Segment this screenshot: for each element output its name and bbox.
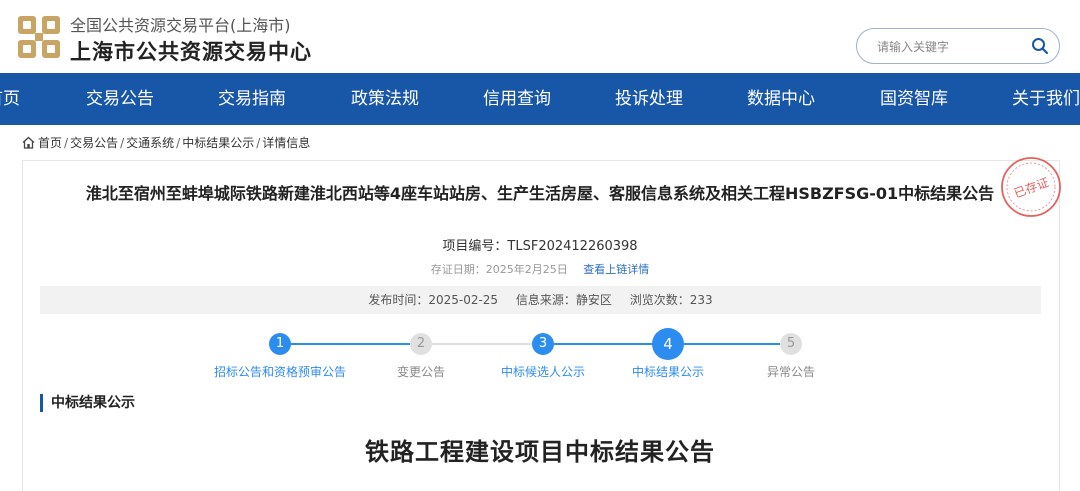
breadcrumb-separator: / [256, 135, 261, 150]
nav-item-think-tank[interactable]: 国资智库 [880, 73, 948, 125]
breadcrumb: 首页 / 交易公告 / 交通系统 / 中标结果公示 / 详情信息 [22, 134, 310, 151]
step-2-circle[interactable]: 2 [410, 333, 432, 355]
nav-item-about[interactable]: 关于我们 [1012, 73, 1080, 125]
cert-detail-link[interactable]: 查看上链详情 [583, 263, 649, 276]
section-heading: 中标结果公示 [40, 394, 135, 412]
stamp-text: 已存证 [1012, 175, 1051, 200]
step-1-circle[interactable]: 1 [269, 333, 291, 355]
search-box [856, 28, 1060, 64]
cert-date: 存证日期：2025年2月25日 [430, 263, 568, 276]
search-icon[interactable] [1031, 37, 1049, 55]
view-count: 浏览次数：233 [629, 293, 713, 307]
step-3-circle[interactable]: 3 [532, 333, 554, 355]
breadcrumb-trade-notice[interactable]: 交易公告 [70, 134, 118, 151]
logo-icon[interactable] [16, 14, 62, 60]
site-header: 全国公共资源交易平台(上海市) 上海市公共资源交易中心 [0, 0, 1080, 73]
breadcrumb-separator: / [176, 135, 181, 150]
nav-item-policy[interactable]: 政策法规 [351, 73, 419, 125]
step-connector [554, 343, 654, 345]
nav-item-trade-guide[interactable]: 交易指南 [218, 73, 286, 125]
document-title: 铁路工程建设项目中标结果公告 [365, 438, 715, 466]
publish-time: 发布时间：2025-02-25 [368, 293, 499, 307]
nav-item-credit[interactable]: 信用查询 [483, 73, 551, 125]
step-5-circle[interactable]: 5 [780, 333, 802, 355]
nav-item-complaint[interactable]: 投诉处理 [615, 73, 683, 125]
nav-item-home[interactable]: 首页 [0, 73, 20, 125]
breadcrumb-transport[interactable]: 交通系统 [126, 134, 174, 151]
cert-line: 存证日期：2025年2月25日 查看上链详情 [0, 261, 1080, 277]
step-connector [290, 343, 410, 345]
site-title[interactable]: 上海市公共资源交易中心 [70, 36, 312, 66]
home-icon [22, 136, 35, 149]
step-2-label[interactable]: 变更公告 [381, 365, 461, 379]
step-connector [684, 343, 780, 345]
step-3-label[interactable]: 中标候选人公示 [493, 365, 593, 379]
step-4-circle[interactable]: 4 [652, 328, 684, 360]
breadcrumb-separator: / [120, 135, 125, 150]
step-1-label[interactable]: 招标公告和资格预审公告 [214, 365, 346, 379]
step-5-label[interactable]: 异常公告 [751, 365, 831, 379]
breadcrumb-detail: 详情信息 [262, 136, 311, 150]
info-bar: 发布时间：2025-02-25 信息来源：静安区 浏览次数：233 [40, 286, 1041, 314]
article-title: 淮北至宿州至蚌埠城际铁路新建淮北西站等4座车站站房、生产生活房屋、客服信息系统及… [85, 184, 995, 203]
main-nav: 首页 交易公告 交易指南 政策法规 信用查询 投诉处理 数据中心 国资智库 关于… [0, 73, 1080, 125]
nav-item-data-center[interactable]: 数据中心 [747, 73, 815, 125]
step-connector [432, 343, 532, 345]
breadcrumb-result[interactable]: 中标结果公示 [182, 134, 254, 151]
breadcrumb-home[interactable]: 首页 [38, 134, 62, 151]
nav-item-trade-notice[interactable]: 交易公告 [86, 73, 154, 125]
project-number: 项目编号：TLSF202412260398 [442, 239, 638, 254]
info-source: 信息来源：静安区 [515, 293, 612, 307]
step-4-label[interactable]: 中标结果公示 [618, 365, 718, 379]
search-input[interactable] [875, 36, 1029, 58]
breadcrumb-separator: / [64, 135, 69, 150]
site-subtitle: 全国公共资源交易平台(上海市) [70, 16, 291, 35]
